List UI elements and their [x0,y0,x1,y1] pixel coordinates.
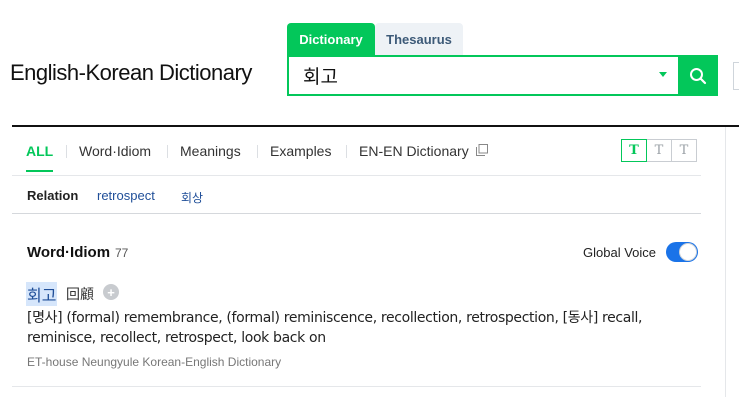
global-voice-toggle[interactable] [666,242,698,262]
tab-meanings[interactable]: Meanings [180,143,241,159]
tab-all-underline [26,170,53,172]
toggle-knob [679,243,697,261]
relation-divider [12,213,701,214]
font-size-medium-button[interactable]: T [646,139,672,162]
entry-headword[interactable]: 회고 [26,282,58,306]
nav-separator [66,145,67,158]
nav-divider [12,175,701,176]
side-panel-edge [733,62,739,90]
font-size-small-button[interactable]: T [621,139,647,162]
section-title: Word·Idiom [27,244,111,261]
entry-divider [12,386,701,387]
entry-hanja: 回顧 [66,287,94,303]
relation-link-hoesang[interactable]: 회상 [181,189,203,206]
font-size-large-button[interactable]: T [671,139,697,162]
global-voice-label: Global Voice [583,245,656,260]
relation-link-retrospect[interactable]: retrospect [97,188,155,203]
search-box [287,55,718,96]
tab-word-idiom[interactable]: Word·Idiom [79,143,151,159]
entry-definition: [명사] (formal) remembrance, (formal) remi… [27,310,643,346]
tab-thesaurus[interactable]: Thesaurus [375,23,463,55]
chevron-down-icon[interactable] [659,72,667,77]
relation-label: Relation [27,188,79,203]
tab-all[interactable]: ALL [26,143,53,159]
search-input[interactable] [289,57,649,94]
tab-en-en-dictionary[interactable]: EN-EN Dictionary [359,143,469,159]
nav-separator [346,145,347,158]
search-icon [690,67,707,84]
site-title: English-Korean Dictionary [10,60,252,85]
plus-icon[interactable]: + [103,284,119,300]
copy-icon [476,144,488,156]
nav-separator [257,145,258,158]
tab-dictionary[interactable]: Dictionary [287,23,375,55]
side-divider [725,127,726,397]
tab-examples[interactable]: Examples [270,143,331,159]
search-button[interactable] [678,55,718,96]
nav-separator [167,145,168,158]
section-count: 77 [115,246,129,260]
font-size-selector: T T T [621,139,697,162]
entry-source: ET-house Neungyule Korean-English Dictio… [27,355,282,369]
top-divider [12,125,739,127]
